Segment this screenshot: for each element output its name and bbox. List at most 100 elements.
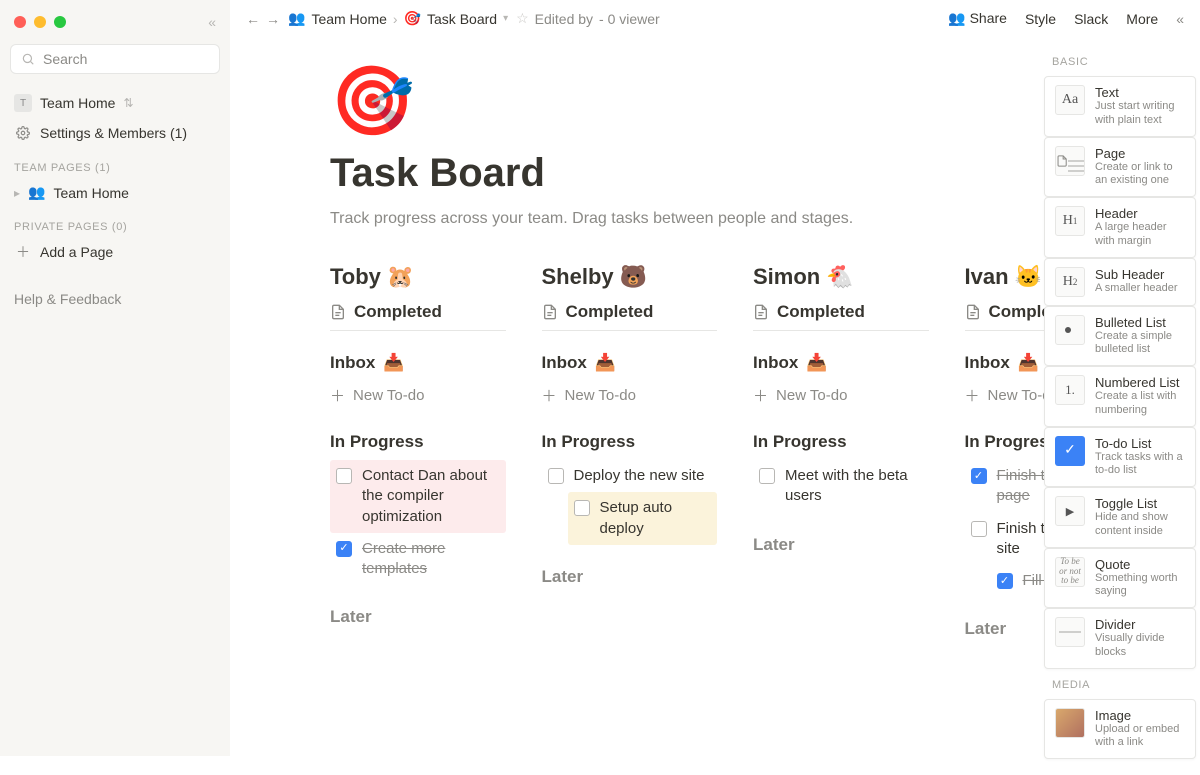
block-thumb-icon: To beor notto be: [1055, 557, 1085, 587]
task-text[interactable]: Setup auto deploy: [600, 498, 712, 539]
sidebar: « Search T Team Home ⇅ Settings & Member…: [0, 0, 230, 756]
new-todo-button[interactable]: ＋New To-do: [753, 381, 929, 410]
sidebar-item-team-home[interactable]: ▸ 👥 Team Home: [8, 178, 222, 207]
new-todo-button[interactable]: ＋New To-do: [542, 381, 718, 410]
block-thumb-icon: Aa: [1055, 85, 1085, 115]
block-menu-item-title: Page: [1095, 146, 1185, 161]
new-todo-label: New To-do: [353, 387, 424, 404]
stage-label: Later: [330, 607, 372, 627]
chevron-right-icon[interactable]: ▸: [14, 186, 20, 200]
image-thumb-icon: [1055, 708, 1085, 738]
stage-completed: Completed: [542, 302, 718, 331]
divider: [330, 330, 506, 331]
block-menu-item-title: Header: [1095, 206, 1185, 221]
help-label: Help & Feedback: [14, 291, 121, 307]
block-menu-item-desc: A smaller header: [1095, 282, 1178, 296]
checkbox-icon[interactable]: [336, 468, 352, 484]
board-column: Toby 🐹 Completed Inbox📥 ＋New To-do In Pr…: [330, 264, 506, 661]
block-menu-item-desc: Something worth saying: [1095, 572, 1185, 600]
checkbox-icon[interactable]: [548, 468, 564, 484]
task-text[interactable]: Contact Dan about the compiler optimizat…: [362, 466, 500, 527]
board-column: Shelby 🐻 Completed Inbox📥 ＋New To-do In …: [542, 264, 718, 661]
task-text[interactable]: Meet with the beta users: [785, 466, 923, 507]
block-menu-item-title: Quote: [1095, 557, 1185, 572]
block-menu-item[interactable]: ✓ To-do List Track tasks with a to-do li…: [1044, 427, 1196, 488]
search-input[interactable]: Search: [10, 44, 220, 74]
page-title[interactable]: Task Board: [330, 151, 1140, 196]
search-icon: [21, 52, 35, 66]
block-thumb-icon: ✓: [1055, 436, 1085, 466]
column-header[interactable]: Shelby 🐻: [542, 264, 718, 290]
page-subtitle[interactable]: Track progress across your team. Drag ta…: [330, 210, 1140, 228]
sidebar-add-page[interactable]: ＋ Add a Page: [8, 237, 222, 267]
block-menu-item[interactable]: H2 Sub Header A smaller header: [1044, 258, 1196, 306]
checkbox-icon[interactable]: ✓: [971, 468, 987, 484]
close-icon[interactable]: [14, 16, 26, 28]
task-item[interactable]: Setup auto deploy: [568, 492, 718, 545]
block-menu-item[interactable]: Aa Text Just start writing with plain te…: [1044, 76, 1196, 137]
task-item[interactable]: Contact Dan about the compiler optimizat…: [330, 460, 506, 533]
maximize-icon[interactable]: [54, 16, 66, 28]
star-icon[interactable]: ☆: [516, 10, 529, 27]
sidebar-settings[interactable]: Settings & Members (1): [8, 118, 222, 148]
block-thumb-icon: [1055, 496, 1085, 526]
add-page-label: Add a Page: [40, 244, 113, 260]
stage-label: Completed: [354, 302, 442, 322]
sidebar-help[interactable]: Help & Feedback: [8, 285, 222, 313]
block-menu-item[interactable]: Toggle List Hide and show content inside: [1044, 487, 1196, 548]
block-menu-item[interactable]: Page Create or link to an existing one: [1044, 137, 1196, 198]
share-button[interactable]: 👥Share: [948, 10, 1007, 27]
nav-back-icon[interactable]: ←: [246, 11, 260, 27]
window-controls: «: [8, 8, 222, 40]
inbox-emoji-icon: 📥: [595, 353, 616, 373]
block-menu-item-title: Divider: [1095, 617, 1185, 632]
page-icon[interactable]: 🎯: [330, 67, 1140, 135]
stage-completed: Completed: [753, 302, 929, 331]
stage-later: Later: [753, 535, 929, 555]
document-icon: [965, 304, 981, 320]
checkbox-icon[interactable]: [574, 500, 590, 516]
style-button[interactable]: Style: [1025, 11, 1056, 27]
stage-inbox: Inbox📥 ＋New To-do: [542, 353, 718, 410]
breadcrumb-item[interactable]: Team Home: [311, 11, 386, 27]
checkbox-icon[interactable]: [971, 521, 987, 537]
checkbox-icon[interactable]: [759, 468, 775, 484]
block-menu-item-desc: Hide and show content inside: [1095, 511, 1185, 539]
breadcrumb-separator: ›: [393, 11, 398, 27]
task-text[interactable]: Create more templates: [362, 539, 500, 580]
block-menu-item[interactable]: Divider Visually divide blocks: [1044, 608, 1196, 669]
block-menu-item-desc: Upload or embed with a link: [1095, 723, 1185, 751]
column-name: Simon: [753, 264, 820, 290]
new-todo-label: New To-do: [776, 387, 847, 404]
block-menu-item-image[interactable]: Image Upload or embed with a link: [1044, 699, 1196, 760]
task-item[interactable]: Meet with the beta users: [753, 460, 929, 513]
more-button[interactable]: More: [1126, 11, 1158, 27]
checkbox-icon[interactable]: ✓: [997, 573, 1013, 589]
new-todo-button[interactable]: ＋New To-do: [330, 381, 506, 410]
breadcrumb-item[interactable]: Task Board: [427, 11, 497, 27]
slack-button[interactable]: Slack: [1074, 11, 1108, 27]
column-header[interactable]: Toby 🐹: [330, 264, 506, 290]
gear-icon: [14, 124, 32, 142]
checkbox-icon[interactable]: ✓: [336, 541, 352, 557]
block-menu-item[interactable]: H1 Header A large header with margin: [1044, 197, 1196, 258]
task-text[interactable]: Deploy the new site: [574, 466, 705, 486]
task-item[interactable]: ✓ Create more templates: [330, 533, 506, 586]
panel-collapse-icon[interactable]: «: [1176, 11, 1184, 27]
stage-inbox: Inbox📥 ＋New To-do: [330, 353, 506, 410]
nav-forward-icon[interactable]: →: [266, 11, 280, 27]
workspace-label: Team Home: [40, 95, 115, 111]
chevron-down-icon[interactable]: ▾: [503, 13, 508, 24]
column-header[interactable]: Simon 🐔: [753, 264, 929, 290]
block-thumb-icon: H1: [1055, 206, 1085, 236]
sidebar-workspace[interactable]: T Team Home ⇅: [8, 88, 222, 118]
stage-label: Completed: [777, 302, 865, 322]
block-menu-item[interactable]: To beor notto be Quote Something worth s…: [1044, 548, 1196, 609]
stage-label: In Progress: [330, 432, 424, 452]
task-item[interactable]: Deploy the new site: [542, 460, 718, 492]
block-menu-item[interactable]: Numbered List Create a list with numberi…: [1044, 366, 1196, 427]
block-menu-item[interactable]: Bulleted List Create a simple bulleted l…: [1044, 306, 1196, 367]
sidebar-collapse-icon[interactable]: «: [208, 14, 216, 30]
block-menu-item-desc: A large header with margin: [1095, 221, 1185, 249]
minimize-icon[interactable]: [34, 16, 46, 28]
